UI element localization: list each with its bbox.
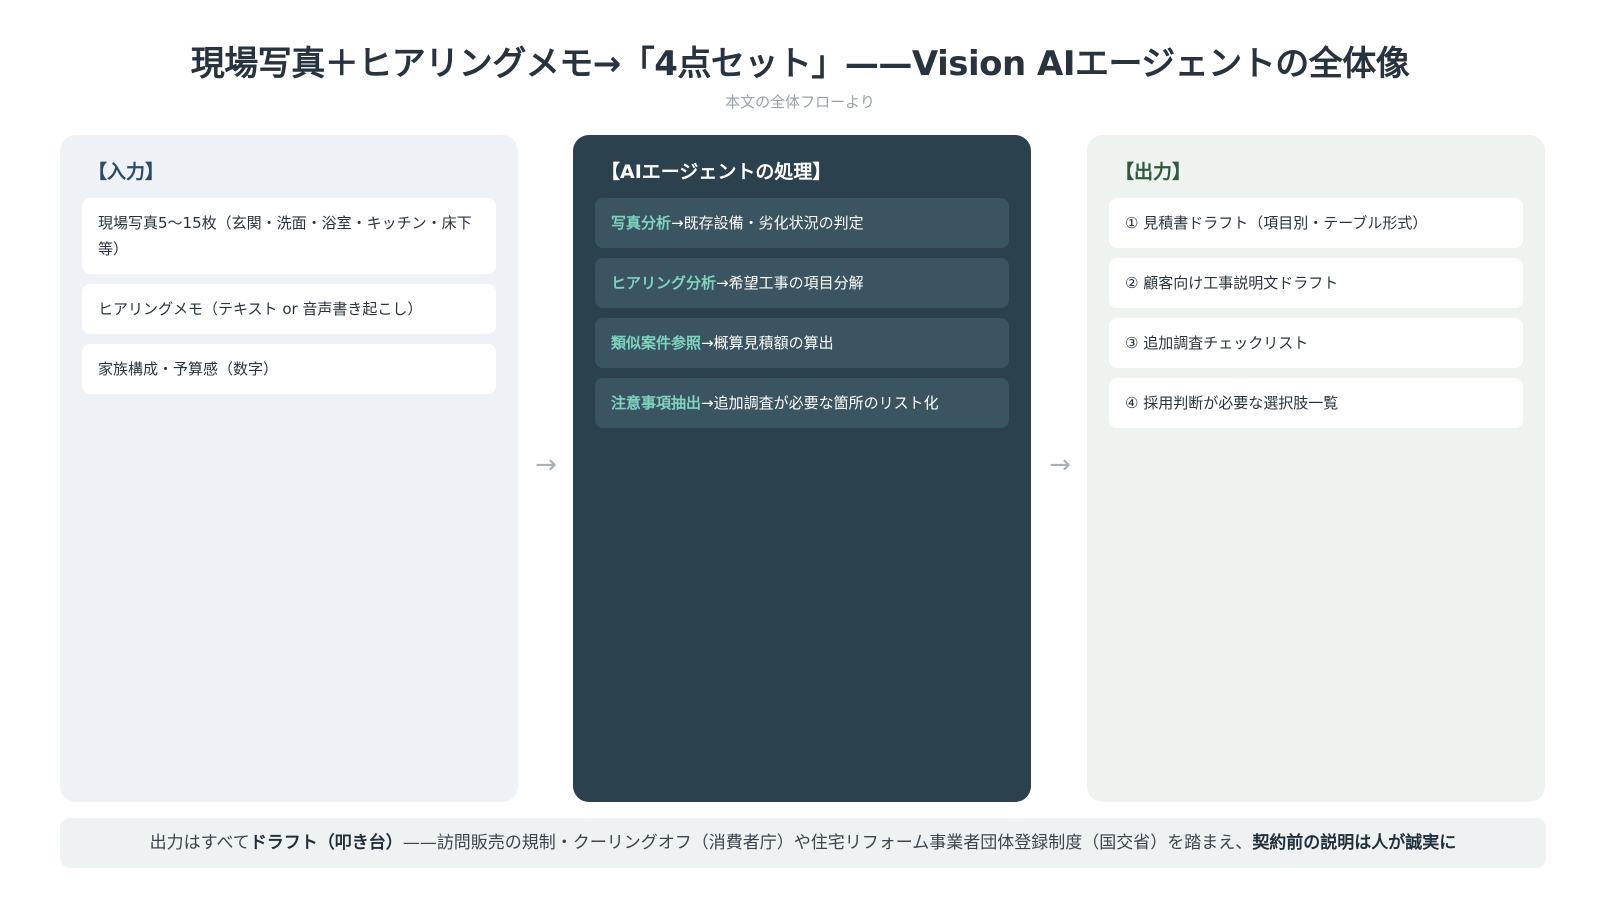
footer-bold-draft: ドラフト（叩き台）: [249, 833, 403, 853]
footer-bold-emphasis: 契約前の説明は人が誠実に: [1252, 833, 1457, 853]
ai-step-text: →既存設備・劣化状況の判定: [671, 214, 864, 232]
footer-prefix: 出力はすべて: [149, 833, 250, 853]
ai-processing-panel: 【AIエージェントの処理】 写真分析→既存設備・劣化状況の判定 ヒアリング分析→…: [573, 135, 1031, 802]
footer-note: 出力はすべてドラフト（叩き台）——訪問販売の規制・クーリングオフ（消費者庁）や住…: [60, 818, 1546, 868]
page-subtitle: 本文の全体フローより: [725, 93, 875, 111]
input-item: ヒアリングメモ（テキスト or 音声書き起こし）: [82, 284, 496, 334]
ai-step: 注意事項抽出→追加調査が必要な箇所のリスト化: [595, 378, 1009, 428]
input-panel-heading: 【入力】: [88, 161, 165, 183]
ai-step-label: ヒアリング分析: [611, 274, 717, 292]
ai-step-text: →希望工事の項目分解: [716, 274, 864, 292]
ai-step: 写真分析→既存設備・劣化状況の判定: [595, 198, 1009, 248]
input-item: 現場写真5〜15枚（玄関・洗面・浴室・キッチン・床下 等）: [82, 198, 496, 274]
ai-step-label: 類似案件参照: [611, 334, 702, 352]
output-panel: 【出力】 ① 見積書ドラフト（項目別・テーブル形式） ② 顧客向け工事説明文ドラ…: [1087, 135, 1545, 802]
output-panel-heading: 【出力】: [1115, 161, 1192, 183]
ai-panel-heading: 【AIエージェントの処理】: [601, 161, 832, 183]
flow-arrow-1: →: [535, 450, 557, 480]
output-item: ③ 追加調査チェックリスト: [1109, 318, 1523, 368]
input-panel: 【入力】 現場写真5〜15枚（玄関・洗面・浴室・キッチン・床下 等） ヒアリング…: [60, 135, 518, 802]
input-item: 家族構成・予算感（数字）: [82, 344, 496, 394]
page-title: 現場写真＋ヒアリングメモ→「4点セット」——Vision AIエージェントの全体…: [190, 44, 1410, 84]
diagram-page: 現場写真＋ヒアリングメモ→「4点セット」——Vision AIエージェントの全体…: [0, 0, 1600, 900]
flow-arrow-2: →: [1049, 450, 1071, 480]
ai-step-text: →追加調査が必要な箇所のリスト化: [701, 394, 939, 412]
output-item: ④ 採用判断が必要な選択肢一覧: [1109, 378, 1523, 428]
ai-step-label: 写真分析: [611, 214, 672, 232]
output-item: ① 見積書ドラフト（項目別・テーブル形式）: [1109, 198, 1523, 248]
ai-step: ヒアリング分析→希望工事の項目分解: [595, 258, 1009, 308]
output-item: ② 顧客向け工事説明文ドラフト: [1109, 258, 1523, 308]
ai-step: 類似案件参照→概算見積額の算出: [595, 318, 1009, 368]
ai-step-label: 注意事項抽出: [611, 394, 702, 412]
ai-step-text: →概算見積額の算出: [701, 334, 834, 352]
footer-middle: ——訪問販売の規制・クーリングオフ（消費者庁）や住宅リフォーム事業者団体登録制度…: [402, 833, 1253, 853]
